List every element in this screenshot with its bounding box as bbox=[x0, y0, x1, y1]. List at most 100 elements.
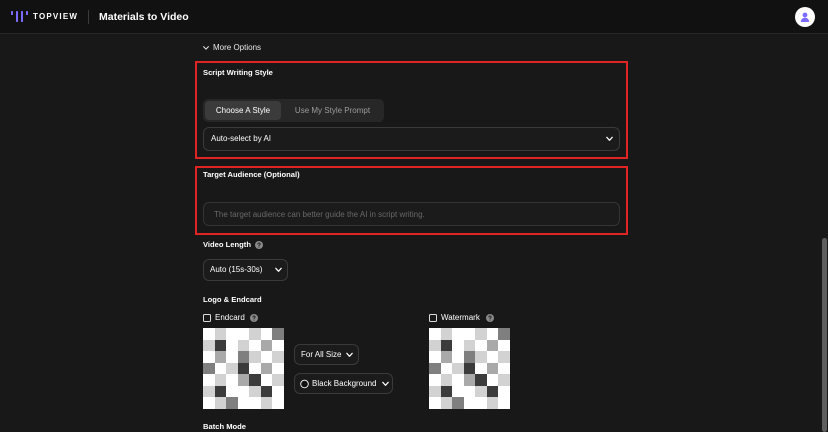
placeholder-tile bbox=[429, 397, 441, 409]
placeholder-tile bbox=[429, 362, 441, 375]
placeholder-tile bbox=[475, 328, 487, 340]
placeholder-tile bbox=[214, 328, 227, 340]
placeholder-tile bbox=[486, 362, 499, 375]
placeholder-tile bbox=[226, 351, 238, 363]
placeholder-tile bbox=[475, 385, 487, 398]
endcard-image-placeholder[interactable] bbox=[203, 328, 284, 409]
placeholder-tile bbox=[429, 351, 441, 363]
placeholder-tile bbox=[498, 397, 510, 409]
placeholder-tile bbox=[486, 374, 499, 386]
endcard-background-select-value: Black Background bbox=[312, 378, 377, 388]
placeholder-tile bbox=[498, 339, 510, 352]
placeholder-tile bbox=[226, 328, 238, 340]
placeholder-tile bbox=[452, 385, 464, 398]
placeholder-tile bbox=[272, 339, 284, 352]
placeholder-tile bbox=[203, 385, 215, 398]
help-icon[interactable] bbox=[255, 241, 263, 249]
placeholder-tile bbox=[272, 385, 284, 398]
placeholder-tile bbox=[498, 328, 510, 340]
placeholder-tile bbox=[214, 339, 227, 352]
endcard-size-select-value: For All Size bbox=[301, 349, 342, 359]
tab-choose-a-style[interactable]: Choose A Style bbox=[205, 101, 281, 120]
placeholder-tile bbox=[203, 351, 215, 363]
video-length-title: Video Length bbox=[203, 240, 251, 249]
placeholder-tile bbox=[429, 339, 441, 352]
watermark-image-placeholder[interactable] bbox=[429, 328, 510, 409]
video-length-select[interactable]: Auto (15s-30s) bbox=[203, 259, 288, 281]
video-length-select-value: Auto (15s-30s) bbox=[210, 265, 263, 274]
target-audience-input[interactable] bbox=[203, 202, 620, 226]
placeholder-tile bbox=[249, 351, 261, 363]
placeholder-tile bbox=[440, 328, 453, 340]
placeholder-tile bbox=[260, 397, 273, 409]
placeholder-tile bbox=[475, 339, 487, 352]
placeholder-tile bbox=[260, 374, 273, 386]
tab-use-my-style-prompt[interactable]: Use My Style Prompt bbox=[283, 101, 382, 120]
placeholder-tile bbox=[475, 362, 487, 375]
placeholder-tile bbox=[452, 328, 464, 340]
user-avatar-button[interactable] bbox=[795, 7, 815, 27]
placeholder-tile bbox=[260, 362, 273, 375]
help-icon[interactable] bbox=[486, 314, 494, 322]
script-style-title: Script Writing Style bbox=[203, 68, 273, 77]
placeholder-tile bbox=[214, 397, 227, 409]
script-style-select[interactable]: Auto-select by AI bbox=[203, 127, 620, 151]
page-title: Materials to Video bbox=[99, 11, 189, 23]
placeholder-tile bbox=[249, 385, 261, 398]
placeholder-tile bbox=[272, 397, 284, 409]
placeholder-tile bbox=[440, 385, 453, 398]
placeholder-tile bbox=[226, 374, 238, 386]
placeholder-tile bbox=[498, 374, 510, 386]
placeholder-tile bbox=[249, 362, 261, 375]
placeholder-tile bbox=[214, 362, 227, 375]
placeholder-tile bbox=[214, 385, 227, 398]
more-options-toggle[interactable]: More Options bbox=[203, 43, 261, 53]
placeholder-tile bbox=[249, 374, 261, 386]
script-style-tabs: Choose A Style Use My Style Prompt bbox=[203, 99, 384, 122]
placeholder-tile bbox=[260, 385, 273, 398]
watermark-label: Watermark bbox=[441, 313, 480, 322]
help-icon[interactable] bbox=[250, 314, 258, 322]
batch-mode-title: Batch Mode bbox=[203, 422, 247, 431]
placeholder-tile bbox=[249, 339, 261, 352]
app-header: TOPVIEW Materials to Video bbox=[0, 0, 828, 34]
watermark-checkbox[interactable] bbox=[429, 314, 437, 322]
placeholder-tile bbox=[237, 328, 250, 340]
background-color-swatch-icon bbox=[300, 379, 309, 388]
placeholder-tile bbox=[203, 339, 215, 352]
user-icon bbox=[800, 12, 810, 22]
placeholder-tile bbox=[429, 385, 441, 398]
brand-name[interactable]: TOPVIEW bbox=[33, 12, 78, 22]
placeholder-tile bbox=[237, 362, 250, 375]
placeholder-tile bbox=[260, 351, 273, 363]
endcard-checkbox[interactable] bbox=[203, 314, 211, 322]
placeholder-tile bbox=[498, 385, 510, 398]
placeholder-tile bbox=[226, 385, 238, 398]
placeholder-tile bbox=[226, 362, 238, 375]
header-divider bbox=[88, 10, 89, 24]
placeholder-tile bbox=[237, 339, 250, 352]
endcard-label: Endcard bbox=[215, 313, 245, 322]
placeholder-tile bbox=[429, 374, 441, 386]
endcard-size-select[interactable]: For All Size bbox=[294, 344, 359, 365]
placeholder-tile bbox=[498, 351, 510, 363]
placeholder-tile bbox=[203, 397, 215, 409]
placeholder-tile bbox=[486, 328, 499, 340]
page-scrollbar-thumb[interactable] bbox=[822, 238, 827, 432]
placeholder-tile bbox=[475, 397, 487, 409]
placeholder-tile bbox=[226, 397, 238, 409]
placeholder-tile bbox=[452, 339, 464, 352]
placeholder-tile bbox=[498, 362, 510, 375]
placeholder-tile bbox=[463, 374, 476, 386]
placeholder-tile bbox=[440, 362, 453, 375]
placeholder-tile bbox=[475, 374, 487, 386]
placeholder-tile bbox=[475, 351, 487, 363]
target-audience-title: Target Audience (Optional) bbox=[203, 170, 300, 179]
placeholder-tile bbox=[486, 385, 499, 398]
chevron-down-icon bbox=[382, 381, 389, 386]
placeholder-tile bbox=[486, 397, 499, 409]
endcard-background-select[interactable]: Black Background bbox=[294, 373, 393, 394]
placeholder-tile bbox=[272, 362, 284, 375]
placeholder-tile bbox=[463, 362, 476, 375]
placeholder-tile bbox=[272, 351, 284, 363]
